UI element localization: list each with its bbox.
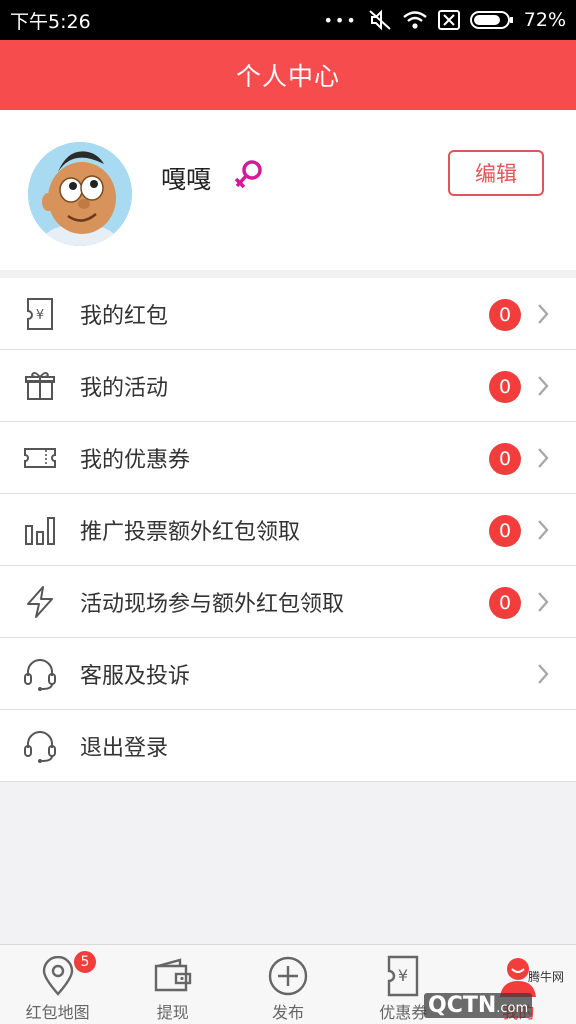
lightning-icon xyxy=(22,584,58,620)
bottom-tab-bar: 5 红包地图 提现 发布 ¥ 优惠券 我的 xyxy=(0,944,576,1024)
mute-icon xyxy=(368,9,392,31)
tab-label: 发布 xyxy=(272,1003,305,1022)
tab-label: 红包地图 xyxy=(25,1003,90,1022)
tab-label: 我的 xyxy=(502,1003,535,1022)
plus-circle-icon xyxy=(267,953,309,999)
svg-text:¥: ¥ xyxy=(36,308,44,323)
menu-item-label: 我的优惠券 xyxy=(80,447,191,473)
page-title: 个人中心 xyxy=(235,62,340,91)
chevron-right-icon xyxy=(536,591,550,617)
wallet-icon xyxy=(152,953,194,999)
status-bar: 下午5:26 ••• 72% xyxy=(0,0,576,40)
menu-item-label: 活动现场参与额外红包领取 xyxy=(80,591,345,617)
tab-label: 优惠券 xyxy=(379,1003,428,1022)
menu-item-label: 我的活动 xyxy=(80,375,169,401)
more-dots-icon: ••• xyxy=(323,10,358,30)
edit-profile-button[interactable]: 编辑 xyxy=(448,150,544,196)
tab-label: 提现 xyxy=(156,1003,189,1022)
chevron-right-icon xyxy=(536,375,550,401)
map-pin-icon xyxy=(41,953,75,999)
tab-withdraw[interactable]: 提现 xyxy=(115,945,230,1024)
notification-badge: 5 xyxy=(72,949,98,975)
menu-item-onsite-participation[interactable]: 活动现场参与额外红包领取 0 xyxy=(0,566,576,638)
coupon-icon xyxy=(22,440,58,476)
chevron-right-icon xyxy=(536,303,550,329)
count-badge: 0 xyxy=(489,371,521,403)
headset-icon xyxy=(22,728,58,764)
tab-mine[interactable]: 我的 xyxy=(461,945,576,1024)
chevron-right-icon xyxy=(536,447,550,473)
bar-chart-icon xyxy=(22,512,58,548)
count-badge: 0 xyxy=(489,515,521,547)
wifi-icon xyxy=(402,10,428,30)
red-packet-icon: ¥ xyxy=(22,296,58,332)
menu-item-label: 客服及投诉 xyxy=(80,663,191,689)
count-badge: 0 xyxy=(489,443,521,475)
gift-icon xyxy=(22,368,58,404)
profile-card: 嘎嘎 编辑 xyxy=(0,110,576,270)
menu-item-logout[interactable]: 退出登录 xyxy=(0,710,576,782)
chevron-right-icon xyxy=(536,663,550,689)
menu-item-vote-promotion[interactable]: 推广投票额外红包领取 0 xyxy=(0,494,576,566)
female-gender-icon xyxy=(233,158,265,198)
menu-item-red-packet[interactable]: ¥ 我的红包 0 xyxy=(0,278,576,350)
chevron-right-icon xyxy=(536,519,550,545)
username: 嘎嘎 xyxy=(161,165,212,194)
no-sim-icon xyxy=(437,10,460,30)
menu-item-label: 我的红包 xyxy=(80,303,169,329)
menu-item-coupons[interactable]: 我的优惠券 0 xyxy=(0,422,576,494)
count-badge: 0 xyxy=(489,299,521,331)
count-badge: 0 xyxy=(489,587,521,619)
header-bar: 个人中心 xyxy=(0,40,576,110)
tab-coupons[interactable]: ¥ 优惠券 xyxy=(346,945,461,1024)
menu-item-label: 推广投票额外红包领取 xyxy=(80,519,301,545)
menu-list: ¥ 我的红包 0 我的活动 0 我的优惠券 0 推广投票额外红包领取 0 活动现… xyxy=(0,278,576,782)
headset-icon xyxy=(22,656,58,692)
svg-text:¥: ¥ xyxy=(398,966,408,985)
battery-icon xyxy=(469,10,514,30)
battery-percent: 72% xyxy=(523,9,566,31)
status-time: 下午5:26 xyxy=(10,10,91,33)
coupon-ticket-icon: ¥ xyxy=(386,953,420,999)
menu-item-label: 退出登录 xyxy=(80,735,169,761)
avatar[interactable] xyxy=(28,142,132,246)
menu-item-activities[interactable]: 我的活动 0 xyxy=(0,350,576,422)
menu-item-customer-service[interactable]: 客服及投诉 xyxy=(0,638,576,710)
user-icon xyxy=(498,953,538,999)
tab-publish[interactable]: 发布 xyxy=(230,945,345,1024)
tab-red-packet-map[interactable]: 5 红包地图 xyxy=(0,945,115,1024)
